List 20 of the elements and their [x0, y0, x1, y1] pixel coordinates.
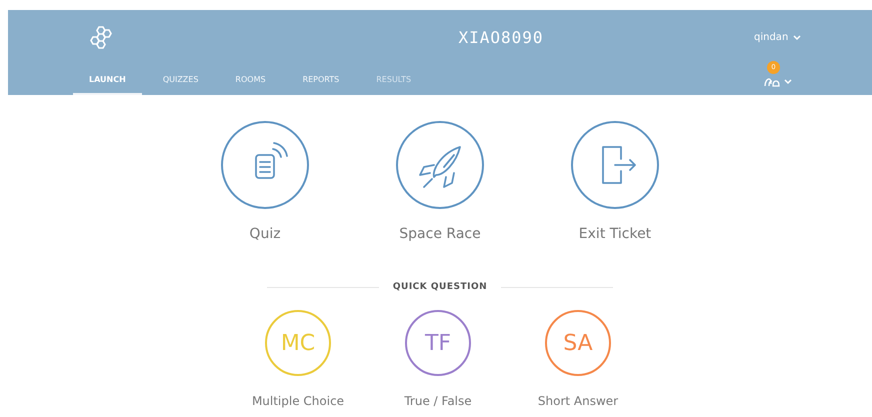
nav-tab[interactable]: LAUNCH [73, 65, 142, 95]
question-type-button[interactable]: SA [545, 310, 611, 376]
hexagon-logo-icon[interactable] [90, 24, 114, 50]
chevron-down-icon [784, 79, 792, 85]
nav-tab[interactable]: ROOMS [219, 65, 282, 95]
question-type-button[interactable]: TF [405, 310, 471, 376]
question-type-label: Short Answer [538, 394, 618, 408]
launch-label: Space Race [399, 226, 481, 242]
user-menu[interactable]: qindan [754, 32, 814, 43]
question-type-label: Multiple Choice [252, 394, 344, 408]
launch-label: Exit Ticket [578, 226, 652, 242]
section-heading: QUICK QUESTION [392, 282, 488, 292]
chevron-down-icon [793, 34, 802, 40]
nav-tab[interactable]: REPORTS [286, 65, 356, 95]
room-name: XIAO8090 [457, 28, 545, 47]
question-type-button[interactable]: MC [265, 310, 331, 376]
launch-label: Quiz [249, 226, 281, 242]
hands-icon [764, 77, 780, 87]
question-type-label: True / False [404, 394, 472, 408]
nav-tab[interactable]: QUIZZES [146, 65, 214, 95]
